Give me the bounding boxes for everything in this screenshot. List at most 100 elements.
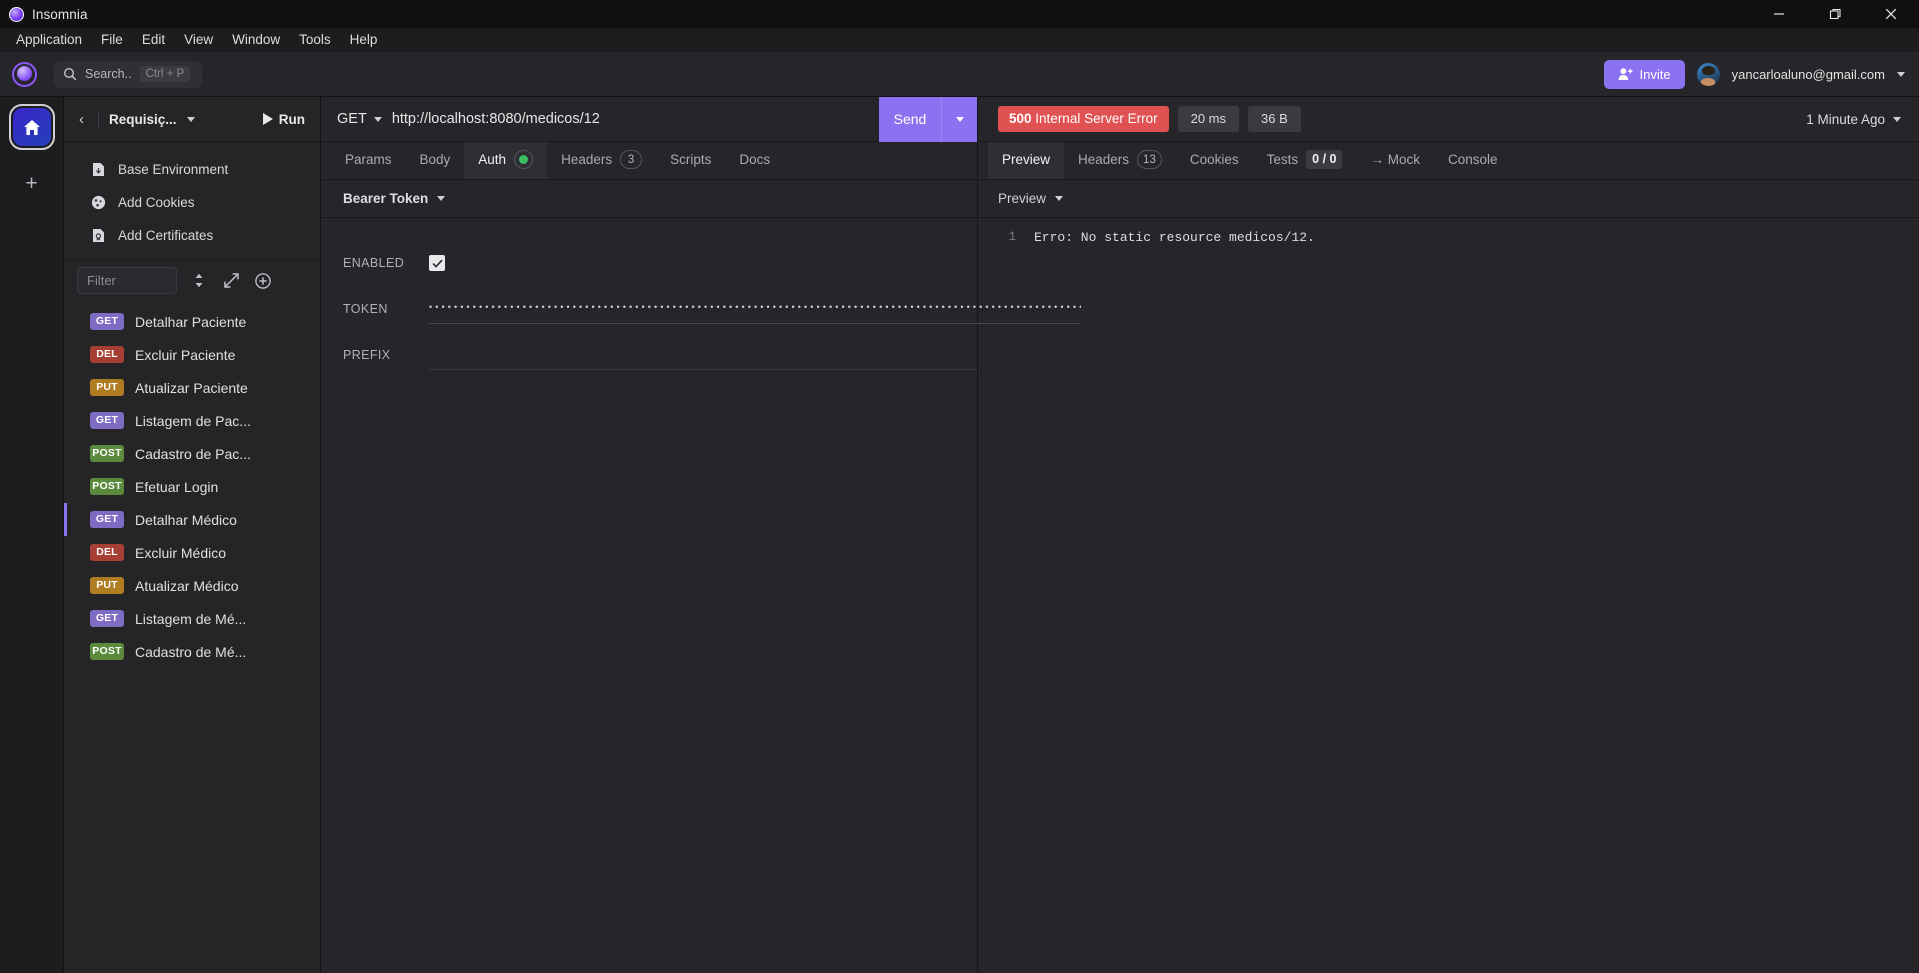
window-controls (1751, 0, 1919, 28)
request-method-badge: POST (90, 642, 124, 661)
home-icon (23, 119, 40, 135)
url-input[interactable]: http://localhost:8080/medicos/12 (382, 111, 879, 127)
response-timestamp: 1 Minute Ago (1806, 111, 1885, 127)
request-name: Listagem de Mé... (135, 610, 247, 627)
tab-status-dot-badge (514, 150, 534, 169)
minimize-icon (1774, 13, 1784, 15)
menu-item-help[interactable]: Help (341, 30, 387, 50)
run-button[interactable]: Run (262, 112, 309, 127)
status-code: 500 (1009, 110, 1032, 126)
menu-item-tools[interactable]: Tools (290, 30, 340, 50)
workspace-chevron-down-icon[interactable] (186, 116, 195, 122)
close-button[interactable] (1863, 0, 1919, 28)
maximize-icon (1829, 8, 1841, 19)
tab-scripts[interactable]: Scripts (656, 142, 725, 179)
sidebar-item-base-environment[interactable]: Base Environment (64, 153, 320, 186)
tab-mock[interactable]: → Mock (1356, 142, 1434, 179)
request-list-item[interactable]: POST Cadastro de Pac... (64, 437, 320, 470)
menu-item-view[interactable]: View (175, 30, 222, 50)
menu-item-window[interactable]: Window (223, 30, 289, 50)
top-toolbar: Search.. Ctrl + P Invite yancarloaluno@g… (0, 52, 1919, 97)
tab-label: Headers (1078, 152, 1130, 167)
request-list-item[interactable]: POST Efetuar Login (64, 470, 320, 503)
tab-label: Headers (561, 152, 613, 167)
back-button[interactable]: ‹ (75, 111, 88, 128)
home-button[interactable] (8, 103, 55, 151)
method-selector[interactable]: GET (321, 111, 382, 127)
tab-headers[interactable]: Headers 13 (1064, 142, 1176, 179)
request-list-item[interactable]: POST Cadastro de Mé... (64, 635, 320, 668)
auth-prefix-input[interactable] (429, 340, 977, 370)
preview-chevron-down-icon[interactable] (1055, 196, 1064, 201)
auth-token-field[interactable]: ••••••••••••••••••••••••••••••••••••••••… (429, 294, 1081, 324)
response-size[interactable]: 36 B (1248, 106, 1301, 132)
tab-console[interactable]: Console (1434, 142, 1512, 179)
send-button[interactable]: Send (879, 96, 941, 142)
tab-tests[interactable]: Tests 0 / 0 (1253, 142, 1357, 179)
tab-cookies[interactable]: Cookies (1176, 142, 1253, 179)
sidebar-item-add-certificates[interactable]: Add Certificates (64, 219, 320, 252)
workspace-name[interactable]: Requisiç... (109, 112, 177, 127)
response-time[interactable]: 20 ms (1177, 106, 1239, 132)
request-list-item[interactable]: GET Listagem de Mé... (64, 602, 320, 635)
menu-item-file[interactable]: File (92, 30, 132, 50)
request-method-badge: DEL (90, 543, 124, 562)
request-method-badge: GET (90, 411, 124, 430)
response-history-selector[interactable]: 1 Minute Ago (1806, 112, 1901, 127)
tab-auth[interactable]: Auth (464, 142, 548, 179)
request-list-item[interactable]: GET Detalhar Paciente (64, 305, 320, 338)
expand-icon (223, 273, 239, 288)
request-method-badge: GET (90, 312, 124, 331)
expand-all-button[interactable] (215, 267, 247, 294)
send-options-button[interactable] (941, 96, 977, 142)
sidebar-item-add-cookies[interactable]: Add Cookies (64, 186, 320, 219)
request-list-item[interactable]: PUT Atualizar Médico (64, 569, 320, 602)
tab-body[interactable]: Body (406, 142, 465, 179)
chevron-down-icon[interactable] (1897, 71, 1905, 77)
avatar[interactable] (1696, 62, 1720, 86)
tab-docs[interactable]: Docs (725, 142, 784, 179)
auth-type-chevron-down-icon[interactable] (437, 196, 446, 201)
maximize-button[interactable] (1807, 0, 1863, 28)
app-title: Insomnia (32, 6, 88, 22)
add-workspace-button[interactable]: + (17, 169, 47, 199)
menu-item-edit[interactable]: Edit (133, 30, 174, 50)
certificate-icon (91, 228, 106, 243)
filter-input[interactable] (77, 267, 177, 294)
request-tabs[interactable]: Params Body Auth Headers 3 Scripts Docs (321, 142, 977, 180)
auth-enabled-checkbox[interactable] (429, 255, 445, 271)
auth-type-selector[interactable]: Bearer Token (343, 191, 428, 206)
status-badge[interactable]: 500 Internal Server Error (998, 105, 1169, 133)
response-status-bar: 500 Internal Server Error 20 ms 36 B 1 M… (978, 97, 1919, 142)
main-body: + ‹ Requisiç... Run Base Environment Add… (0, 96, 1919, 973)
tab-label: Cookies (1189, 152, 1239, 167)
icon-rail: + (0, 97, 64, 973)
tab-headers[interactable]: Headers 3 (547, 142, 656, 179)
cookie-icon (91, 195, 106, 210)
sort-icon (195, 273, 203, 288)
minimize-button[interactable] (1751, 0, 1807, 28)
request-list-item[interactable]: PUT Atualizar Paciente (64, 371, 320, 404)
tab-label: Auth (478, 152, 507, 167)
request-method-badge: GET (90, 609, 124, 628)
request-list-item[interactable]: GET Detalhar Médico (64, 503, 320, 536)
response-tabs[interactable]: Preview Headers 13 Cookies Tests 0 / 0 → Mock C… (978, 142, 1919, 180)
request-list-item[interactable]: GET Listagem de Pac... (64, 404, 320, 437)
preview-mode-selector[interactable]: Preview (998, 191, 1046, 206)
tab-preview[interactable]: Preview (988, 142, 1065, 179)
search-input[interactable]: Search.. Ctrl + P (54, 60, 202, 88)
invite-button[interactable]: Invite (1603, 59, 1685, 89)
tab-params[interactable]: Params (331, 142, 406, 179)
create-request-button[interactable] (247, 267, 279, 294)
sort-button[interactable] (183, 267, 215, 294)
line-number-gutter: 1 (978, 228, 1026, 973)
request-list-item[interactable]: DEL Excluir Paciente (64, 338, 320, 371)
sidebar-item-label: Add Certificates (118, 228, 214, 243)
menu-item-application[interactable]: Application (7, 30, 91, 50)
sidebar: ‹ Requisiç... Run Base Environment Add C… (64, 97, 321, 973)
response-body-text[interactable]: Erro: No static resource medicos/12. (1026, 228, 1315, 973)
request-list-item[interactable]: DEL Excluir Médico (64, 536, 320, 569)
enabled-label: ENABLED (343, 256, 405, 270)
request-list[interactable]: GET Detalhar Paciente DEL Excluir Paciente P… (64, 303, 320, 973)
sidebar-links: Base Environment Add Cookies Add Certifi… (64, 142, 320, 259)
